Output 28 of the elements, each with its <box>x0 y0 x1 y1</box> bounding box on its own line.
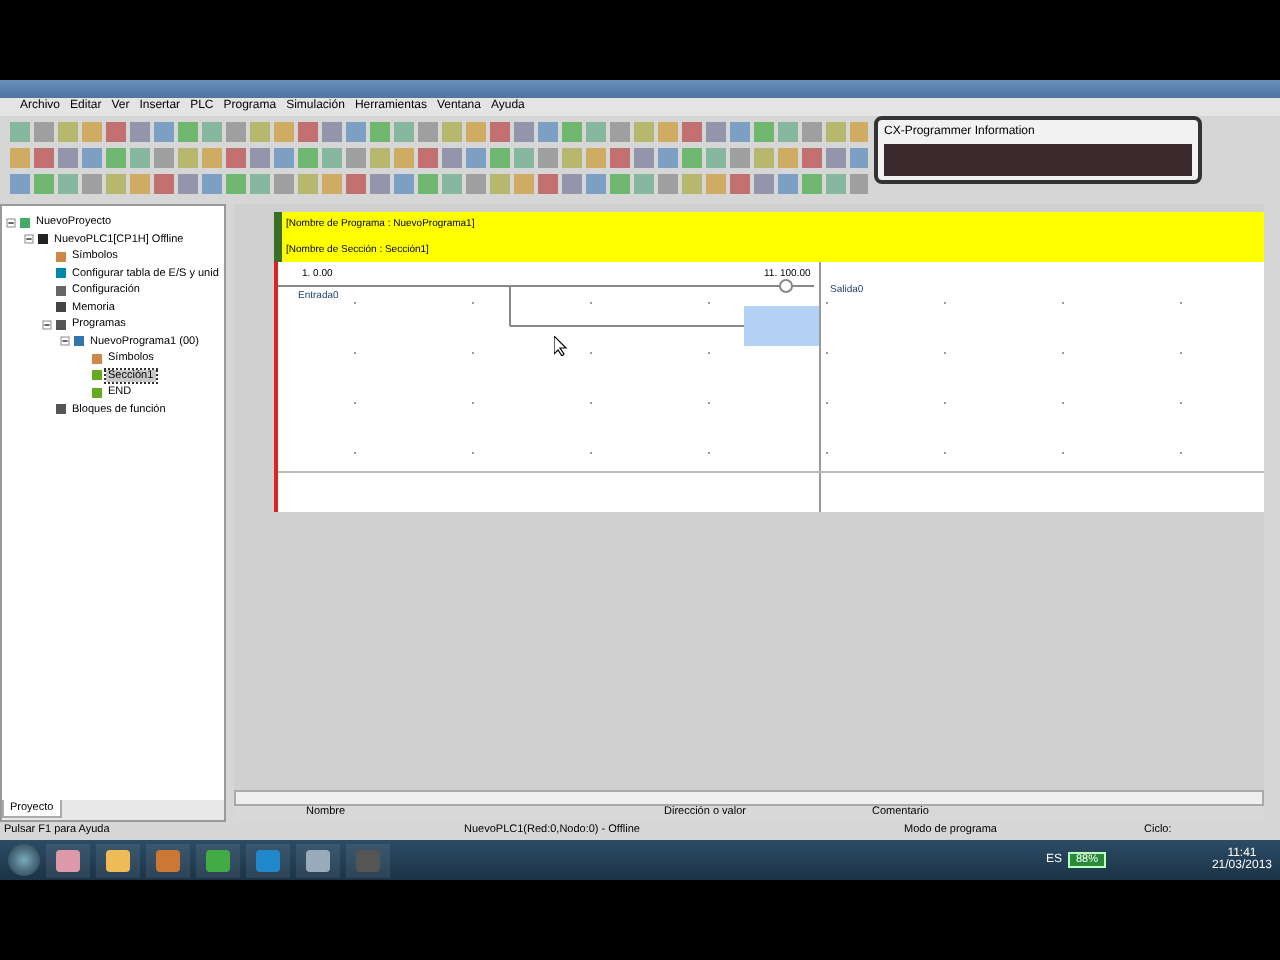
tree-node-icon <box>20 217 30 228</box>
tree-node-icon <box>56 285 66 296</box>
tree-node-icon <box>56 319 66 330</box>
tree-node-icon <box>56 251 66 262</box>
start-button[interactable] <box>8 844 40 876</box>
mouse-pointer-icon <box>554 336 568 356</box>
taskbar-app-icon[interactable] <box>146 843 190 877</box>
toolbar-icons-drawing[interactable] <box>8 146 868 170</box>
taskbar-app-icon[interactable] <box>46 843 90 877</box>
tree-node-icon <box>92 353 102 364</box>
tree-node-icon <box>92 370 102 381</box>
collapse-icon[interactable] <box>6 217 16 228</box>
tree-node-icon <box>56 268 66 279</box>
taskbar-app-icon[interactable] <box>246 843 290 877</box>
tree-node-icon <box>38 234 48 245</box>
horizontal-scrollbar[interactable] <box>234 790 1264 806</box>
collapse-icon[interactable] <box>24 234 34 245</box>
collapse-icon[interactable] <box>42 319 52 330</box>
toolbar-icons-drawing[interactable] <box>8 120 868 144</box>
tree-node-icon <box>56 404 66 415</box>
taskbar-app-icon[interactable] <box>196 843 240 877</box>
tree-node-icon <box>74 336 84 347</box>
tree-node-icon <box>56 302 66 313</box>
toolbar-icons-drawing[interactable] <box>8 172 868 196</box>
taskbar-app-icon[interactable] <box>96 843 140 877</box>
collapse-icon[interactable] <box>60 336 70 347</box>
taskbar-app-icon[interactable] <box>296 843 340 877</box>
tree-node-icon <box>92 387 102 398</box>
